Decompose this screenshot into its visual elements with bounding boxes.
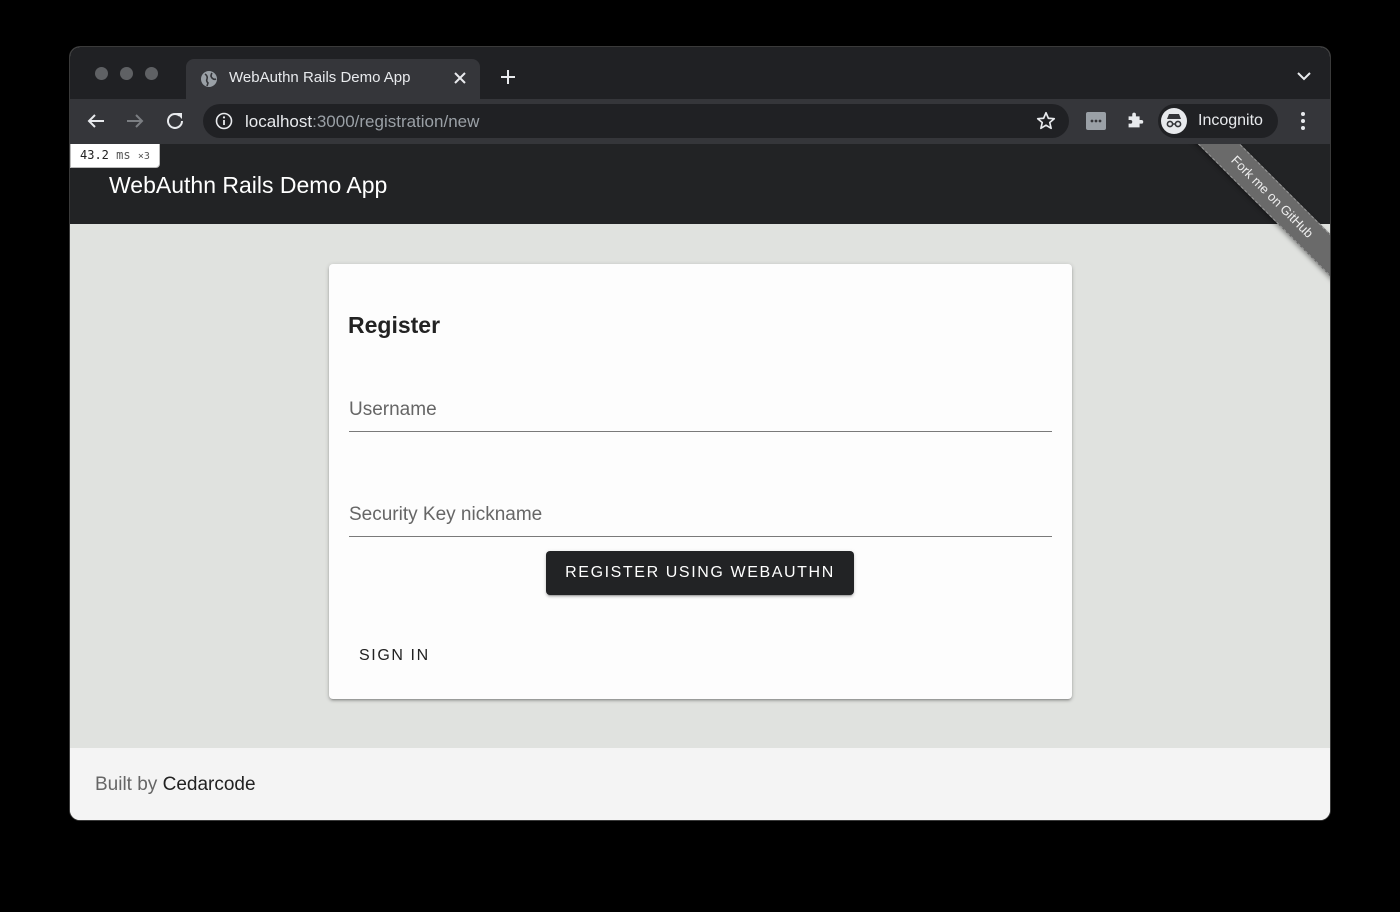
browser-toolbar: localhost:3000/registration/new Incognit… xyxy=(70,99,1330,144)
back-arrow-icon[interactable] xyxy=(84,109,108,133)
incognito-badge[interactable]: Incognito xyxy=(1158,104,1278,138)
fork-me-link[interactable]: Fork me on GitHub xyxy=(1183,144,1330,286)
app-title[interactable]: WebAuthn Rails Demo App xyxy=(109,172,387,199)
active-tab[interactable]: WebAuthn Rails Demo App xyxy=(186,59,480,99)
extension-icon[interactable] xyxy=(1085,111,1107,131)
github-ribbon: Fork me on GitHub xyxy=(1180,144,1330,294)
forward-arrow-icon[interactable] xyxy=(123,109,147,133)
address-bar[interactable]: localhost:3000/registration/new xyxy=(203,104,1069,138)
register-button[interactable]: REGISTER USING WEBAUTHN xyxy=(546,551,854,595)
nickname-field xyxy=(349,489,1052,537)
app-header: WebAuthn Rails Demo App xyxy=(70,144,1330,224)
sign-in-button[interactable]: SIGN IN xyxy=(349,639,440,673)
globe-icon xyxy=(201,71,217,87)
tab-title: WebAuthn Rails Demo App xyxy=(229,69,411,86)
chevron-down-icon[interactable] xyxy=(1296,69,1312,83)
browser-window: WebAuthn Rails Demo App localhost:3000/r… xyxy=(70,47,1330,820)
more-vert-icon[interactable] xyxy=(1292,110,1314,132)
security-key-nickname-input[interactable] xyxy=(349,489,1052,536)
register-card: Register REGISTER USING WEBAUTHN SIGN IN xyxy=(329,264,1072,699)
reload-icon[interactable] xyxy=(163,109,187,133)
username-input[interactable] xyxy=(349,384,1052,431)
url-text: localhost:3000/registration/new xyxy=(245,112,480,131)
info-icon[interactable] xyxy=(215,112,233,130)
username-field xyxy=(349,384,1052,432)
web-page: 43.2 ms ×3 WebAuthn Rails Demo App Fork … xyxy=(70,144,1330,820)
incognito-icon xyxy=(1161,108,1187,134)
puzzle-icon[interactable] xyxy=(1124,109,1146,131)
star-icon[interactable] xyxy=(1035,110,1057,132)
close-window-button[interactable] xyxy=(95,67,108,80)
maximize-window-button[interactable] xyxy=(145,67,158,80)
card-title: Register xyxy=(348,312,441,338)
footer: Built by Cedarcode xyxy=(70,748,1330,820)
minimize-window-button[interactable] xyxy=(120,67,133,80)
incognito-label: Incognito xyxy=(1198,112,1263,129)
cedarcode-link[interactable]: Cedarcode xyxy=(163,774,256,795)
perf-badge: 43.2 ms ×3 xyxy=(70,144,160,168)
close-tab-icon[interactable] xyxy=(450,68,470,88)
new-tab-icon[interactable] xyxy=(498,67,518,87)
tab-strip: WebAuthn Rails Demo App xyxy=(70,47,1330,99)
footer-text: Built by Cedarcode xyxy=(95,774,256,795)
